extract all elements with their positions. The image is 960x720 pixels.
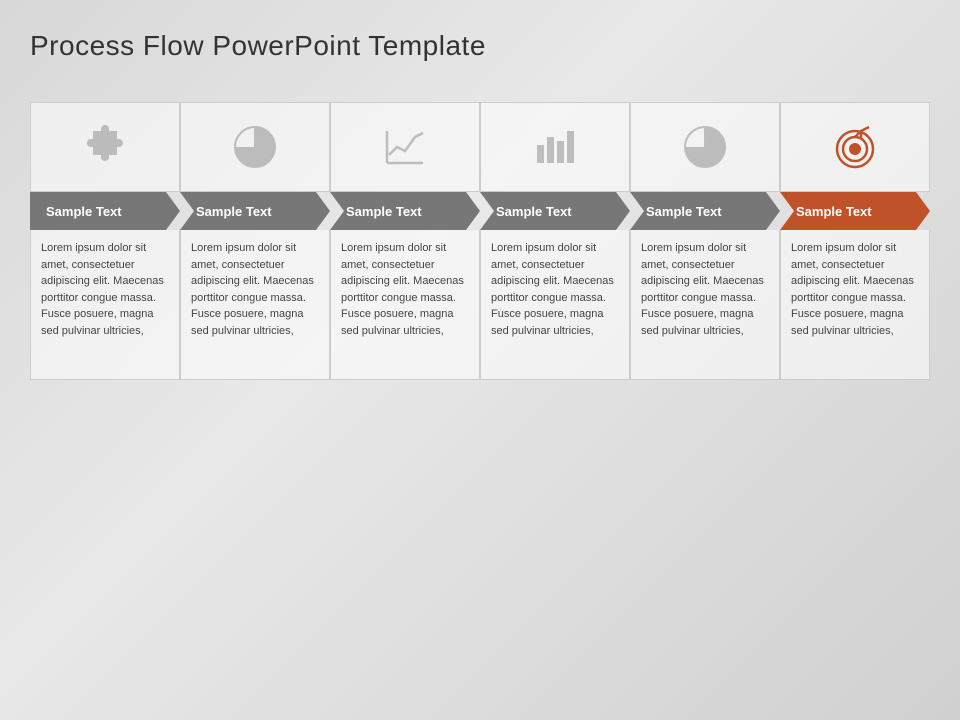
icon-box-5 xyxy=(630,102,780,192)
desc-box-5: Lorem ipsum dolor sit amet, consectetuer… xyxy=(630,230,780,380)
arrow-3: Sample Text xyxy=(330,192,480,230)
arrow-2: Sample Text xyxy=(180,192,330,230)
step-2: Sample Text Lorem ipsum dolor sit amet, … xyxy=(180,102,330,380)
desc-text-5: Lorem ipsum dolor sit amet, consectetuer… xyxy=(641,240,769,339)
target-icon xyxy=(831,123,879,171)
step-1: Sample Text Lorem ipsum dolor sit amet, … xyxy=(30,102,180,380)
step-label-1: Sample Text xyxy=(46,204,122,219)
arrow-body-4: Sample Text xyxy=(480,192,630,230)
desc-box-6: Lorem ipsum dolor sit amet, consectetuer… xyxy=(780,230,930,380)
desc-text-2: Lorem ipsum dolor sit amet, consectetuer… xyxy=(191,240,319,339)
icon-box-6 xyxy=(780,102,930,192)
desc-box-2: Lorem ipsum dolor sit amet, consectetuer… xyxy=(180,230,330,380)
arrow-body-2: Sample Text xyxy=(180,192,330,230)
arrow-body-3: Sample Text xyxy=(330,192,480,230)
arrow-6: Sample Text xyxy=(780,192,930,230)
arrow-1: Sample Text xyxy=(30,192,180,230)
slide: Process Flow PowerPoint Template Sample … xyxy=(0,0,960,720)
icon-box-4 xyxy=(480,102,630,192)
step-label-3: Sample Text xyxy=(346,204,422,219)
step-3: Sample Text Lorem ipsum dolor sit amet, … xyxy=(330,102,480,380)
step-5: Sample Text Lorem ipsum dolor sit amet, … xyxy=(630,102,780,380)
arrow-5: Sample Text xyxy=(630,192,780,230)
step-4: Sample Text Lorem ipsum dolor sit amet, … xyxy=(480,102,630,380)
desc-text-3: Lorem ipsum dolor sit amet, consectetuer… xyxy=(341,240,469,339)
icon-box-3 xyxy=(330,102,480,192)
desc-box-4: Lorem ipsum dolor sit amet, consectetuer… xyxy=(480,230,630,380)
page-title: Process Flow PowerPoint Template xyxy=(30,30,930,62)
flow-container: Sample Text Lorem ipsum dolor sit amet, … xyxy=(30,102,930,380)
linechart-icon xyxy=(381,123,429,171)
piechart2-icon xyxy=(681,123,729,171)
step-label-2: Sample Text xyxy=(196,204,272,219)
arrow-4: Sample Text xyxy=(480,192,630,230)
desc-text-1: Lorem ipsum dolor sit amet, consectetuer… xyxy=(41,240,169,339)
desc-text-6: Lorem ipsum dolor sit amet, consectetuer… xyxy=(791,240,919,339)
piechart-icon xyxy=(231,123,279,171)
step-label-6: Sample Text xyxy=(796,204,872,219)
desc-box-1: Lorem ipsum dolor sit amet, consectetuer… xyxy=(30,230,180,380)
step-label-5: Sample Text xyxy=(646,204,722,219)
icon-box-2 xyxy=(180,102,330,192)
desc-box-3: Lorem ipsum dolor sit amet, consectetuer… xyxy=(330,230,480,380)
icon-box-1 xyxy=(30,102,180,192)
arrow-body-6: Sample Text xyxy=(780,192,930,230)
puzzle-icon xyxy=(81,123,129,171)
desc-text-4: Lorem ipsum dolor sit amet, consectetuer… xyxy=(491,240,619,339)
step-label-4: Sample Text xyxy=(496,204,572,219)
barchart-icon xyxy=(531,123,579,171)
arrow-body-1: Sample Text xyxy=(30,192,180,230)
step-6: Sample Text Lorem ipsum dolor sit amet, … xyxy=(780,102,930,380)
arrow-body-5: Sample Text xyxy=(630,192,780,230)
